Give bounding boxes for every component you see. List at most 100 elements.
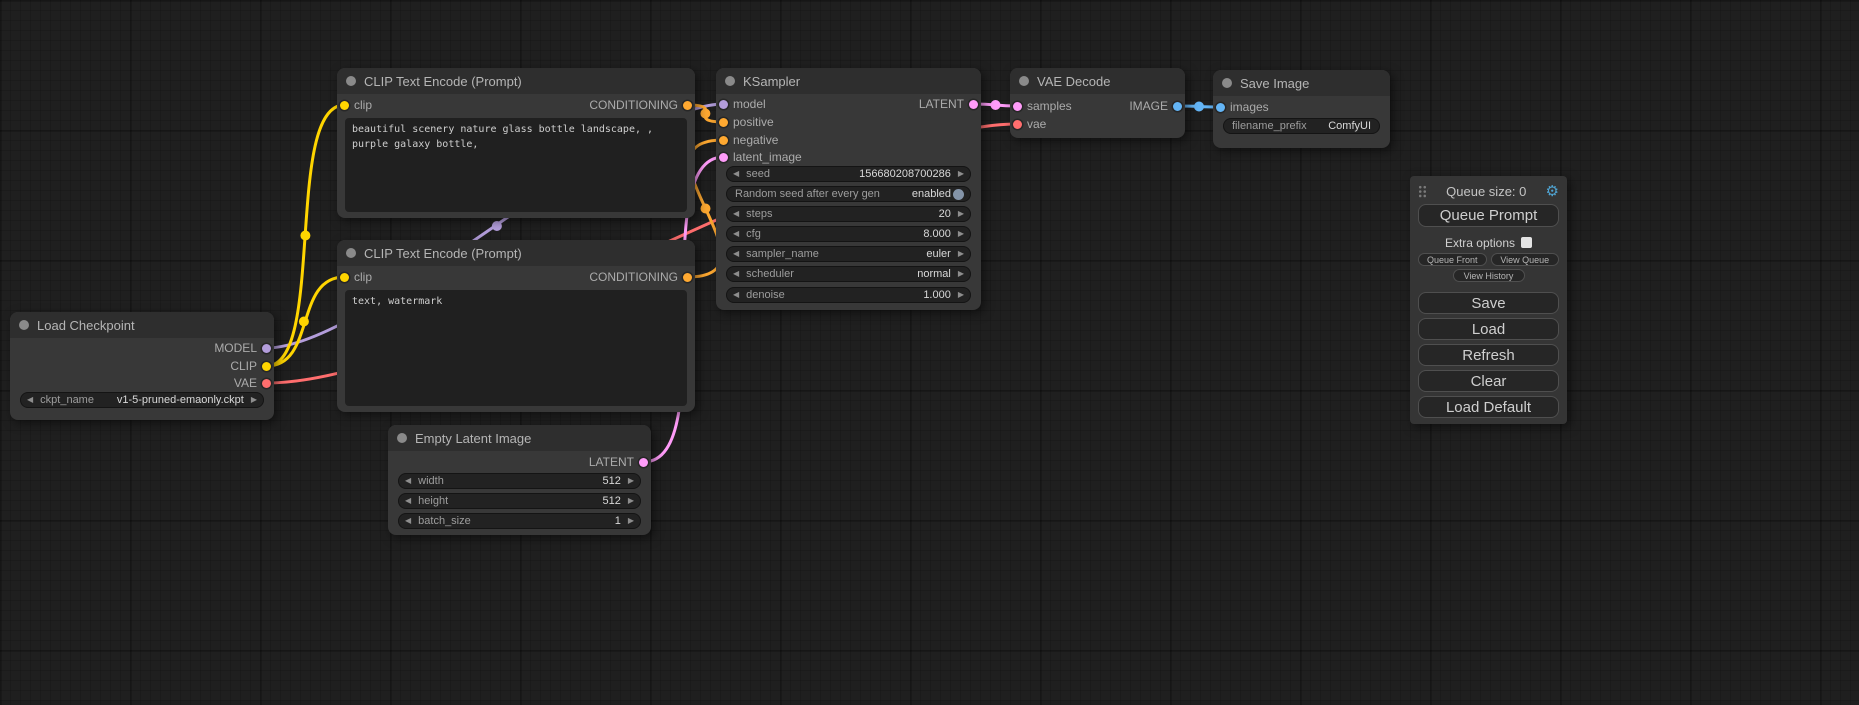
increment-arrow-icon[interactable]: ▶ (958, 230, 964, 238)
node-title-bar[interactable]: Save Image (1213, 70, 1390, 96)
widget-label: denoise (746, 289, 785, 301)
samples-input-port[interactable] (1013, 102, 1022, 111)
collapse-dot-icon[interactable] (1222, 78, 1232, 88)
increment-arrow-icon[interactable]: ▶ (958, 210, 964, 218)
increment-arrow-icon[interactable]: ▶ (958, 250, 964, 258)
wire-clip-positive-midpoint[interactable] (300, 231, 310, 241)
refresh-button[interactable]: Refresh (1418, 344, 1559, 366)
image-output-port[interactable] (1173, 102, 1182, 111)
output-slot-conditioning: CONDITIONING (337, 96, 695, 114)
collapse-dot-icon[interactable] (725, 76, 735, 86)
wire-clip-negative-midpoint[interactable] (299, 317, 309, 327)
increment-arrow-icon[interactable]: ▶ (628, 477, 634, 485)
positive-input-port[interactable] (719, 118, 728, 127)
steps-widget[interactable]: ◀ steps 20 ▶ (726, 206, 971, 222)
node-title-bar[interactable]: Load Checkpoint (10, 312, 274, 338)
batch-size-widget[interactable]: ◀ batch_size 1 ▶ (398, 513, 641, 529)
cfg-widget[interactable]: ◀ cfg 8.000 ▶ (726, 226, 971, 242)
negative-prompt-textarea[interactable]: text, watermark (345, 290, 687, 406)
load-button[interactable]: Load (1418, 318, 1559, 340)
node-title-bar[interactable]: KSampler (716, 68, 981, 94)
decrement-arrow-icon[interactable]: ◀ (405, 477, 411, 485)
widget-label: width (418, 475, 444, 487)
seed-widget[interactable]: ◀ seed 156680208700286 ▶ (726, 166, 971, 182)
increment-arrow-icon[interactable]: ▶ (958, 170, 964, 178)
vae-output-port[interactable] (262, 379, 271, 388)
latent-image-input-port[interactable] (719, 153, 728, 162)
model-output-port[interactable] (262, 344, 271, 353)
node-vae-decode[interactable]: VAE Decode samples IMAGE vae (1010, 68, 1185, 138)
save-button[interactable]: Save (1418, 292, 1559, 314)
increment-arrow-icon[interactable]: ▶ (628, 497, 634, 505)
height-widget[interactable]: ◀ height 512 ▶ (398, 493, 641, 509)
node-clip-text-encode-negative[interactable]: CLIP Text Encode (Prompt) clip CONDITION… (337, 240, 695, 412)
conditioning-output-port[interactable] (683, 101, 692, 110)
wire-cond-negative-midpoint[interactable] (701, 204, 711, 214)
collapse-dot-icon[interactable] (346, 76, 356, 86)
node-title-bar[interactable]: CLIP Text Encode (Prompt) (337, 240, 695, 266)
queue-prompt-button[interactable]: Queue Prompt (1418, 204, 1559, 227)
decrement-arrow-icon[interactable]: ◀ (733, 291, 739, 299)
node-save-image[interactable]: Save Image images filename_prefix ComfyU… (1213, 70, 1390, 148)
widget-value: normal (917, 268, 951, 280)
node-ksampler[interactable]: KSampler model LATENT positive negative … (716, 68, 981, 310)
node-clip-text-encode-positive[interactable]: CLIP Text Encode (Prompt) clip CONDITION… (337, 68, 695, 218)
scheduler-widget[interactable]: ◀ scheduler normal ▶ (726, 266, 971, 282)
node-empty-latent-image[interactable]: Empty Latent Image LATENT ◀ width 512 ▶ … (388, 425, 651, 535)
clear-button[interactable]: Clear (1418, 370, 1559, 392)
wire-image-midpoint[interactable] (1194, 102, 1204, 112)
increment-arrow-icon[interactable]: ▶ (958, 291, 964, 299)
collapse-dot-icon[interactable] (346, 248, 356, 258)
increment-arrow-icon[interactable]: ▶ (251, 396, 257, 404)
conditioning-output-port[interactable] (683, 273, 692, 282)
load-default-button[interactable]: Load Default (1418, 396, 1559, 418)
negative-input-port[interactable] (719, 136, 728, 145)
node-title-bar[interactable]: Empty Latent Image (388, 425, 651, 451)
slot-label: MODEL (214, 341, 257, 355)
queue-front-button[interactable]: Queue Front (1418, 253, 1487, 266)
random-seed-toggle-widget[interactable]: Random seed after every gen enabled (726, 186, 971, 202)
ckpt-name-widget[interactable]: ◀ ckpt_name v1-5-pruned-emaonly.ckpt ▶ (20, 392, 264, 408)
latent-output-port[interactable] (969, 100, 978, 109)
filename-prefix-widget[interactable]: filename_prefix ComfyUI (1223, 118, 1380, 134)
images-input-port[interactable] (1216, 103, 1225, 112)
node-title: CLIP Text Encode (Prompt) (364, 74, 522, 89)
settings-gear-icon[interactable]: ⚙ (1546, 184, 1559, 199)
decrement-arrow-icon[interactable]: ◀ (733, 210, 739, 218)
decrement-arrow-icon[interactable]: ◀ (733, 270, 739, 278)
drag-handle-icon[interactable] (1418, 185, 1427, 198)
collapse-dot-icon[interactable] (397, 433, 407, 443)
clip-output-port[interactable] (262, 362, 271, 371)
collapse-dot-icon[interactable] (1019, 76, 1029, 86)
node-load-checkpoint[interactable]: Load Checkpoint MODEL CLIP VAE ◀ ckpt_na… (10, 312, 274, 420)
sampler-name-widget[interactable]: ◀ sampler_name euler ▶ (726, 246, 971, 262)
decrement-arrow-icon[interactable]: ◀ (405, 517, 411, 525)
view-queue-button[interactable]: View Queue (1491, 253, 1560, 266)
extra-options-checkbox[interactable] (1521, 237, 1532, 248)
node-title-bar[interactable]: CLIP Text Encode (Prompt) (337, 68, 695, 94)
positive-prompt-textarea[interactable]: beautiful scenery nature glass bottle la… (345, 118, 687, 212)
wire-cond-positive-midpoint[interactable] (700, 109, 710, 119)
output-slot-image: IMAGE (1098, 97, 1186, 115)
slot-label: IMAGE (1129, 99, 1168, 113)
width-widget[interactable]: ◀ width 512 ▶ (398, 473, 641, 489)
widget-label: height (418, 495, 448, 507)
collapse-dot-icon[interactable] (19, 320, 29, 330)
decrement-arrow-icon[interactable]: ◀ (733, 250, 739, 258)
wire-latent-samples-midpoint[interactable] (991, 100, 1001, 110)
node-title-bar[interactable]: VAE Decode (1010, 68, 1185, 94)
increment-arrow-icon[interactable]: ▶ (628, 517, 634, 525)
decrement-arrow-icon[interactable]: ◀ (27, 396, 33, 404)
denoise-widget[interactable]: ◀ denoise 1.000 ▶ (726, 287, 971, 303)
vae-input-port[interactable] (1013, 120, 1022, 129)
wire-model-midpoint[interactable] (492, 221, 502, 231)
decrement-arrow-icon[interactable]: ◀ (733, 230, 739, 238)
view-history-button[interactable]: View History (1453, 269, 1525, 282)
toggle-dot-icon[interactable] (953, 189, 964, 200)
latent-output-port[interactable] (639, 458, 648, 467)
graph-canvas[interactable]: Load Checkpoint MODEL CLIP VAE ◀ ckpt_na… (0, 0, 1859, 705)
model-input-port[interactable] (719, 100, 728, 109)
decrement-arrow-icon[interactable]: ◀ (733, 170, 739, 178)
decrement-arrow-icon[interactable]: ◀ (405, 497, 411, 505)
increment-arrow-icon[interactable]: ▶ (958, 270, 964, 278)
